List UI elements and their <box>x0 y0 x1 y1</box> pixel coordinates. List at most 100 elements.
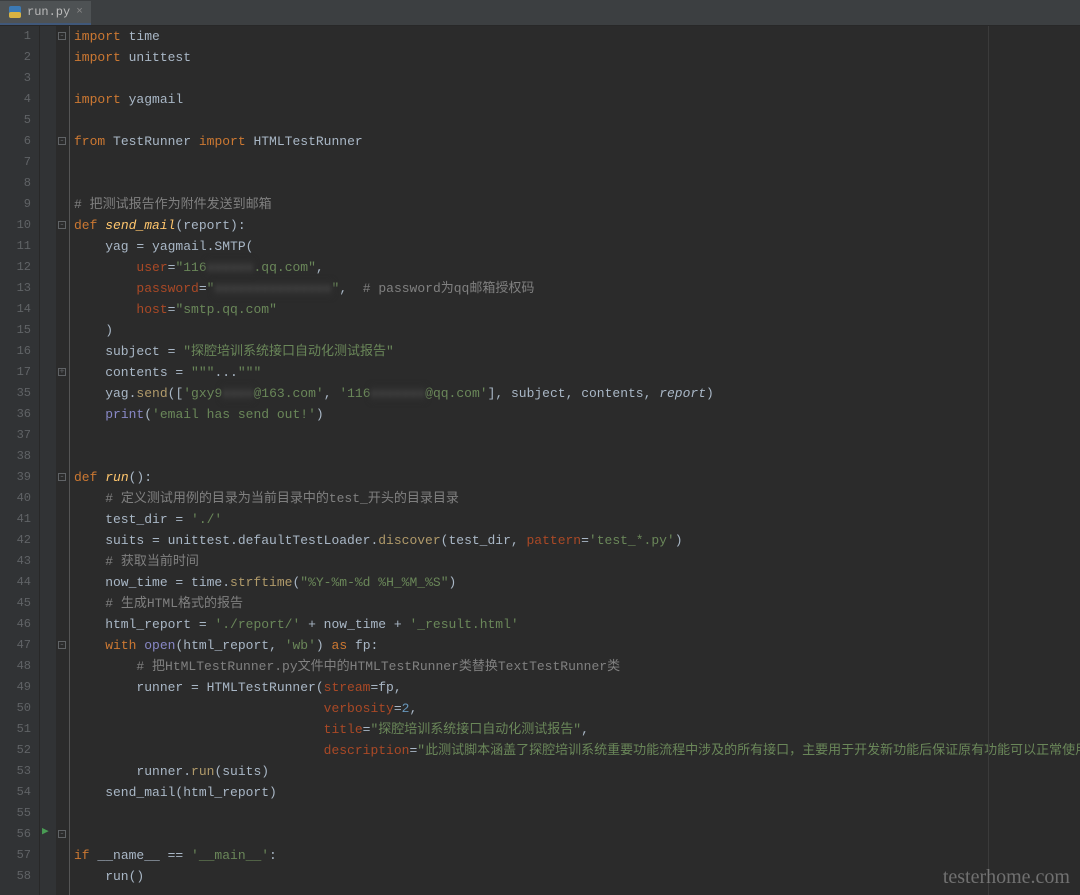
code-line: title="探腔培训系统接口自动化测试报告", <box>74 719 1080 740</box>
code-line: import unittest <box>74 47 1080 68</box>
code-line: user="116xxxxxx.qq.com", <box>74 257 1080 278</box>
bookmark-gutter: ▶ <box>40 26 56 895</box>
line-number: 5 <box>0 110 31 131</box>
line-number: 35 <box>0 383 31 404</box>
line-number: 11 <box>0 236 31 257</box>
line-number: 54 <box>0 782 31 803</box>
code-line <box>74 110 1080 131</box>
line-number: 13 <box>0 278 31 299</box>
tab-filename: run.py <box>27 5 70 19</box>
code-line <box>74 446 1080 467</box>
code-line <box>74 173 1080 194</box>
fold-minus-icon[interactable]: - <box>58 137 66 145</box>
line-number: 15 <box>0 320 31 341</box>
python-file-icon <box>8 5 22 19</box>
line-number: 38 <box>0 446 31 467</box>
line-number: 53 <box>0 761 31 782</box>
line-number: 1 <box>0 26 31 47</box>
line-number: 44 <box>0 572 31 593</box>
run-arrow-icon[interactable]: ▶ <box>42 824 49 838</box>
code-line: # 获取当前时间 <box>74 551 1080 572</box>
code-line: print('email has send out!') <box>74 404 1080 425</box>
line-number: 16 <box>0 341 31 362</box>
code-line: password="xxxxxxxxxxxxxxx", # password为q… <box>74 278 1080 299</box>
code-line: host="smtp.qq.com" <box>74 299 1080 320</box>
code-line: verbosity=2, <box>74 698 1080 719</box>
line-number: 7 <box>0 152 31 173</box>
code-line <box>74 425 1080 446</box>
line-number: 48 <box>0 656 31 677</box>
line-number: 41 <box>0 509 31 530</box>
line-number: 57 <box>0 845 31 866</box>
tab-close-icon[interactable]: × <box>76 6 83 18</box>
line-number: 46 <box>0 614 31 635</box>
code-line <box>74 803 1080 824</box>
code-line: contents = """...""" <box>74 362 1080 383</box>
code-line: run() <box>74 866 1080 887</box>
code-line: test_dir = './' <box>74 509 1080 530</box>
line-number: 14 <box>0 299 31 320</box>
line-number: 51 <box>0 719 31 740</box>
line-number: 58 <box>0 866 31 887</box>
fold-minus-icon[interactable]: - <box>58 32 66 40</box>
code-line: yag.send(['gxy9xxxx@163.com', '116xxxxxx… <box>74 383 1080 404</box>
fold-minus-icon[interactable]: - <box>58 221 66 229</box>
code-line: import yagmail <box>74 89 1080 110</box>
code-line: subject = "探腔培训系统接口自动化测试报告" <box>74 341 1080 362</box>
code-line: description="此测试脚本涵盖了探腔培训系统重要功能流程中涉及的所有接… <box>74 740 1080 761</box>
code-area[interactable]: import timeimport unittest import yagmail… <box>70 26 1080 895</box>
line-number: 3 <box>0 68 31 89</box>
code-line: # 把测试报告作为附件发送到邮箱 <box>74 194 1080 215</box>
line-number: 4 <box>0 89 31 110</box>
code-line: ) <box>74 320 1080 341</box>
code-line: send_mail(html_report) <box>74 782 1080 803</box>
code-line <box>74 68 1080 89</box>
code-line <box>74 152 1080 173</box>
code-line: html_report = './report/' + now_time + '… <box>74 614 1080 635</box>
code-line: suits = unittest.defaultTestLoader.disco… <box>74 530 1080 551</box>
line-number: 55 <box>0 803 31 824</box>
tab-bar: run.py × <box>0 0 1080 26</box>
fold-minus-icon[interactable]: - <box>58 641 66 649</box>
line-number: 52 <box>0 740 31 761</box>
code-line: runner = HTMLTestRunner(stream=fp, <box>74 677 1080 698</box>
line-number: 40 <box>0 488 31 509</box>
line-number: 43 <box>0 551 31 572</box>
code-line: runner.run(suits) <box>74 761 1080 782</box>
code-line <box>74 824 1080 845</box>
line-number: 12 <box>0 257 31 278</box>
line-number: 47 <box>0 635 31 656</box>
code-line: # 生成HTML格式的报告 <box>74 593 1080 614</box>
line-number: 49 <box>0 677 31 698</box>
code-line: def run(): <box>74 467 1080 488</box>
line-number: 10 <box>0 215 31 236</box>
line-number: 56 <box>0 824 31 845</box>
tab-file[interactable]: run.py × <box>0 1 91 25</box>
code-line: def send_mail(report): <box>74 215 1080 236</box>
fold-plus-icon[interactable]: + <box>58 368 66 376</box>
line-number: 6 <box>0 131 31 152</box>
fold-minus-icon[interactable]: - <box>58 473 66 481</box>
line-number: 2 <box>0 47 31 68</box>
fold-gutter: - - - + - - - <box>56 26 70 895</box>
code-line: from TestRunner import HTMLTestRunner <box>74 131 1080 152</box>
code-line: if __name__ == '__main__': <box>74 845 1080 866</box>
line-number: 45 <box>0 593 31 614</box>
code-line: now_time = time.strftime("%Y-%m-%d %H_%M… <box>74 572 1080 593</box>
code-line: import time <box>74 26 1080 47</box>
line-number: 42 <box>0 530 31 551</box>
fold-minus-icon[interactable]: - <box>58 830 66 838</box>
line-number: 9 <box>0 194 31 215</box>
code-line: # 定义测试用例的目录为当前目录中的test_开头的目录目录 <box>74 488 1080 509</box>
line-number: 37 <box>0 425 31 446</box>
line-number: 8 <box>0 173 31 194</box>
line-number: 36 <box>0 404 31 425</box>
code-line: with open(html_report, 'wb') as fp: <box>74 635 1080 656</box>
line-number: 39 <box>0 467 31 488</box>
line-number: 17 <box>0 362 31 383</box>
editor[interactable]: 1234567891011121314151617353637383940414… <box>0 26 1080 895</box>
right-margin-line <box>988 26 989 895</box>
code-line: # 把HtMLTestRunner.py文件中的HTMLTestRunner类替… <box>74 656 1080 677</box>
code-line: yag = yagmail.SMTP( <box>74 236 1080 257</box>
line-number-gutter: 1234567891011121314151617353637383940414… <box>0 26 40 895</box>
